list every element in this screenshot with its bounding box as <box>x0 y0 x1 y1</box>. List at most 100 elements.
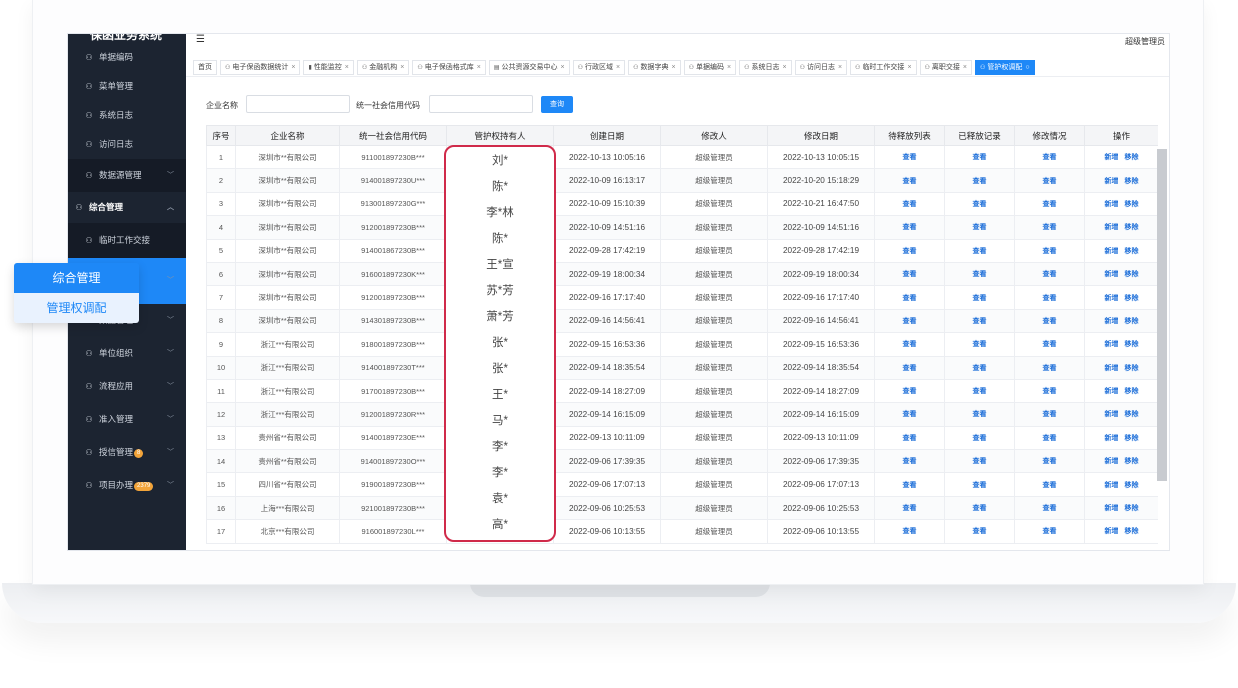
sidebar-item[interactable]: ⚇ 项目办理 2379 ﹀ <box>68 469 186 502</box>
view-link[interactable]: 查看 <box>903 505 917 512</box>
remove-link[interactable]: 移除 <box>1125 318 1139 325</box>
remove-link[interactable]: 移除 <box>1125 201 1139 208</box>
close-icon[interactable]: × <box>561 64 565 71</box>
remove-link[interactable]: 移除 <box>1125 505 1139 512</box>
tab[interactable]: ⚇ 访问日志 × <box>794 60 848 75</box>
remove-link[interactable]: 移除 <box>1125 365 1139 372</box>
add-link[interactable]: 新增 <box>1105 365 1119 372</box>
remove-link[interactable]: 移除 <box>1125 295 1139 302</box>
tab[interactable]: ⚇ 电子保函数据统计 × <box>220 60 301 75</box>
add-link[interactable]: 新增 <box>1105 341 1119 348</box>
hamburger-icon[interactable]: ☰ <box>196 34 205 46</box>
close-icon[interactable]: × <box>291 64 295 71</box>
admin-user[interactable]: 超级管理员 <box>1125 36 1165 47</box>
view-link[interactable]: 查看 <box>903 411 917 418</box>
close-icon[interactable]: × <box>345 64 349 71</box>
view-link[interactable]: 查看 <box>903 388 917 395</box>
view-link[interactable]: 查看 <box>973 248 987 255</box>
remove-link[interactable]: 移除 <box>1125 248 1139 255</box>
view-link[interactable]: 查看 <box>903 295 917 302</box>
tab[interactable]: ⚇ 数据字典 × <box>628 60 681 75</box>
tab[interactable]: ⚇ 单据编码 × <box>683 60 737 75</box>
view-link[interactable]: 查看 <box>973 224 987 231</box>
remove-link[interactable]: 移除 <box>1125 411 1139 418</box>
close-icon[interactable]: × <box>477 64 481 71</box>
view-link[interactable]: 查看 <box>1043 224 1057 231</box>
sidebar-item[interactable]: ⚇ 准入管理 ﹀ <box>68 403 186 436</box>
callout-title[interactable]: 综合管理 <box>14 263 139 293</box>
tab[interactable]: ⚇ 系统日志 × <box>739 60 792 75</box>
view-link[interactable]: 查看 <box>1043 201 1057 208</box>
add-link[interactable]: 新增 <box>1105 388 1119 395</box>
add-link[interactable]: 新增 <box>1105 178 1119 185</box>
view-link[interactable]: 查看 <box>1043 528 1057 535</box>
view-link[interactable]: 查看 <box>903 435 917 442</box>
view-link[interactable]: 查看 <box>973 318 987 325</box>
table-scrollbar[interactable] <box>1157 149 1167 481</box>
view-link[interactable]: 查看 <box>1043 154 1057 161</box>
view-link[interactable]: 查看 <box>973 388 987 395</box>
view-link[interactable]: 查看 <box>1043 248 1057 255</box>
sidebar-item[interactable]: ⚇ 综合管理 ︿ <box>68 192 186 223</box>
add-link[interactable]: 新增 <box>1105 318 1119 325</box>
tab[interactable]: ⚇ 行政区域 × <box>572 60 626 75</box>
add-link[interactable]: 新增 <box>1105 295 1119 302</box>
close-icon[interactable]: × <box>672 64 676 71</box>
remove-link[interactable]: 移除 <box>1125 154 1139 161</box>
view-link[interactable]: 查看 <box>1043 365 1057 372</box>
view-link[interactable]: 查看 <box>1043 178 1057 185</box>
view-link[interactable]: 查看 <box>973 528 987 535</box>
sidebar-item[interactable]: ⚇ 访问日志 <box>68 130 186 159</box>
tab[interactable]: 首页 <box>193 60 217 75</box>
tab[interactable]: ▮ 性能监控 × <box>303 60 354 75</box>
add-link[interactable]: 新增 <box>1105 271 1119 278</box>
add-link[interactable]: 新增 <box>1105 154 1119 161</box>
view-link[interactable]: 查看 <box>973 154 987 161</box>
add-link[interactable]: 新增 <box>1105 411 1119 418</box>
view-link[interactable]: 查看 <box>973 505 987 512</box>
view-link[interactable]: 查看 <box>973 365 987 372</box>
remove-link[interactable]: 移除 <box>1125 435 1139 442</box>
view-link[interactable]: 查看 <box>973 271 987 278</box>
tab[interactable]: ⚇ 金融机构 × <box>356 60 410 75</box>
view-link[interactable]: 查看 <box>903 482 917 489</box>
close-icon[interactable]: × <box>400 64 404 71</box>
tab[interactable]: ▤ 公共资源交易中心 × <box>488 60 570 75</box>
view-link[interactable]: 查看 <box>973 435 987 442</box>
view-link[interactable]: 查看 <box>1043 482 1057 489</box>
close-icon[interactable]: × <box>838 64 842 71</box>
remove-link[interactable]: 移除 <box>1125 224 1139 231</box>
sidebar-item[interactable]: ⚇ 系统日志 <box>68 101 186 130</box>
view-link[interactable]: 查看 <box>973 482 987 489</box>
view-link[interactable]: 查看 <box>1043 435 1057 442</box>
view-link[interactable]: 查看 <box>903 248 917 255</box>
tab[interactable]: ⚇ 临时工作交接 × <box>850 60 917 75</box>
view-link[interactable]: 查看 <box>1043 295 1057 302</box>
search-button[interactable]: 查询 <box>541 96 573 113</box>
close-icon[interactable]: × <box>727 64 731 71</box>
view-link[interactable]: 查看 <box>1043 318 1057 325</box>
view-link[interactable]: 查看 <box>1043 505 1057 512</box>
sidebar-item[interactable]: ⚇ 授信管理 8 ﹀ <box>68 436 186 469</box>
sidebar-item[interactable]: ⚇ 临时工作交接 <box>68 223 186 258</box>
add-link[interactable]: 新增 <box>1105 458 1119 465</box>
view-link[interactable]: 查看 <box>903 458 917 465</box>
view-link[interactable]: 查看 <box>903 201 917 208</box>
view-link[interactable]: 查看 <box>903 271 917 278</box>
view-link[interactable]: 查看 <box>903 528 917 535</box>
company-input[interactable] <box>246 95 350 113</box>
close-icon[interactable]: × <box>963 64 967 71</box>
view-link[interactable]: 查看 <box>1043 388 1057 395</box>
add-link[interactable]: 新增 <box>1105 248 1119 255</box>
close-icon[interactable]: × <box>907 64 911 71</box>
view-link[interactable]: 查看 <box>973 295 987 302</box>
view-link[interactable]: 查看 <box>1043 411 1057 418</box>
close-icon[interactable]: × <box>782 64 786 71</box>
view-link[interactable]: 查看 <box>1043 458 1057 465</box>
sidebar-item[interactable]: ⚇ 流程应用 ﹀ <box>68 370 186 403</box>
sidebar-item[interactable]: ⚇ 单据编码 <box>68 43 186 72</box>
remove-link[interactable]: 移除 <box>1125 178 1139 185</box>
view-link[interactable]: 查看 <box>1043 271 1057 278</box>
view-link[interactable]: 查看 <box>973 201 987 208</box>
view-link[interactable]: 查看 <box>973 341 987 348</box>
